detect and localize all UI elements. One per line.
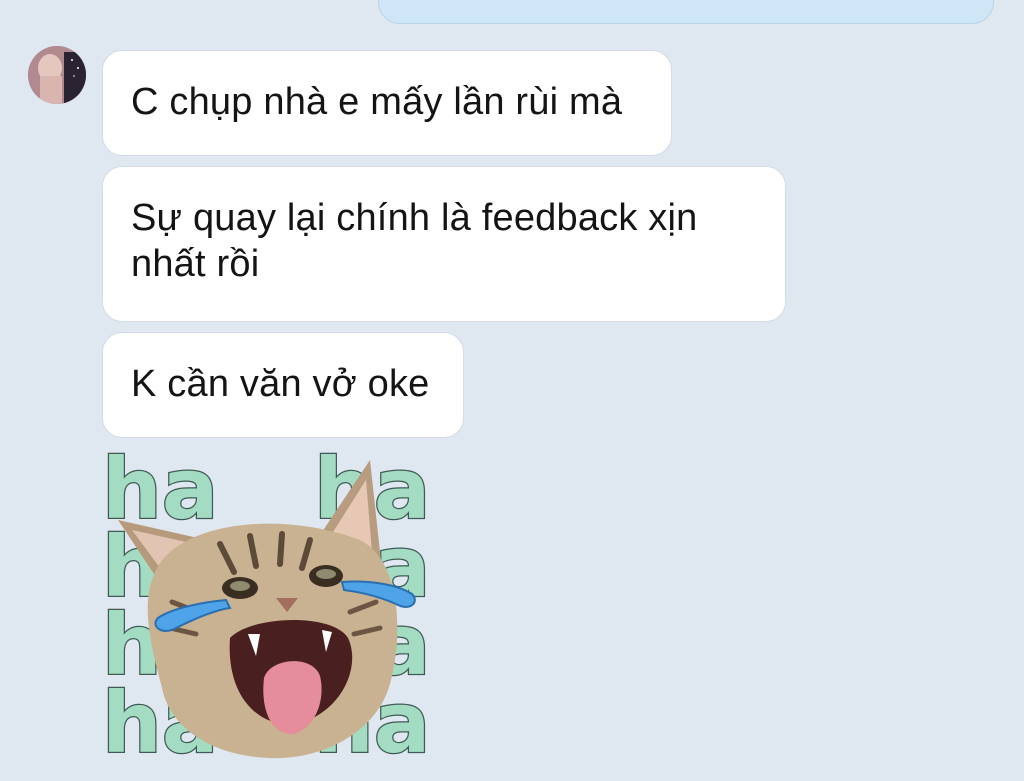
message-bubble[interactable]: K cần văn vở oke — [102, 332, 464, 438]
message-text: Sự quay lại chính là feedback xịn nhất r… — [131, 197, 698, 285]
message-text: K cần văn vở oke — [131, 363, 430, 405]
message-bubble[interactable]: C chụp nhà e mấy lần rùi mà — [102, 50, 672, 156]
message-text: C chụp nhà e mấy lần rùi mà — [131, 81, 623, 123]
outgoing-message-bubble[interactable] — [378, 0, 994, 24]
laughing-cat-sticker[interactable]: ha ha ha ha ha ha ha ha — [100, 452, 432, 764]
message-bubble[interactable]: Sự quay lại chính là feedback xịn nhất r… — [102, 166, 786, 322]
contact-avatar[interactable] — [28, 46, 86, 104]
sticker-image: ha ha ha ha ha ha ha ha — [101, 452, 432, 764]
avatar-photo — [28, 46, 86, 104]
